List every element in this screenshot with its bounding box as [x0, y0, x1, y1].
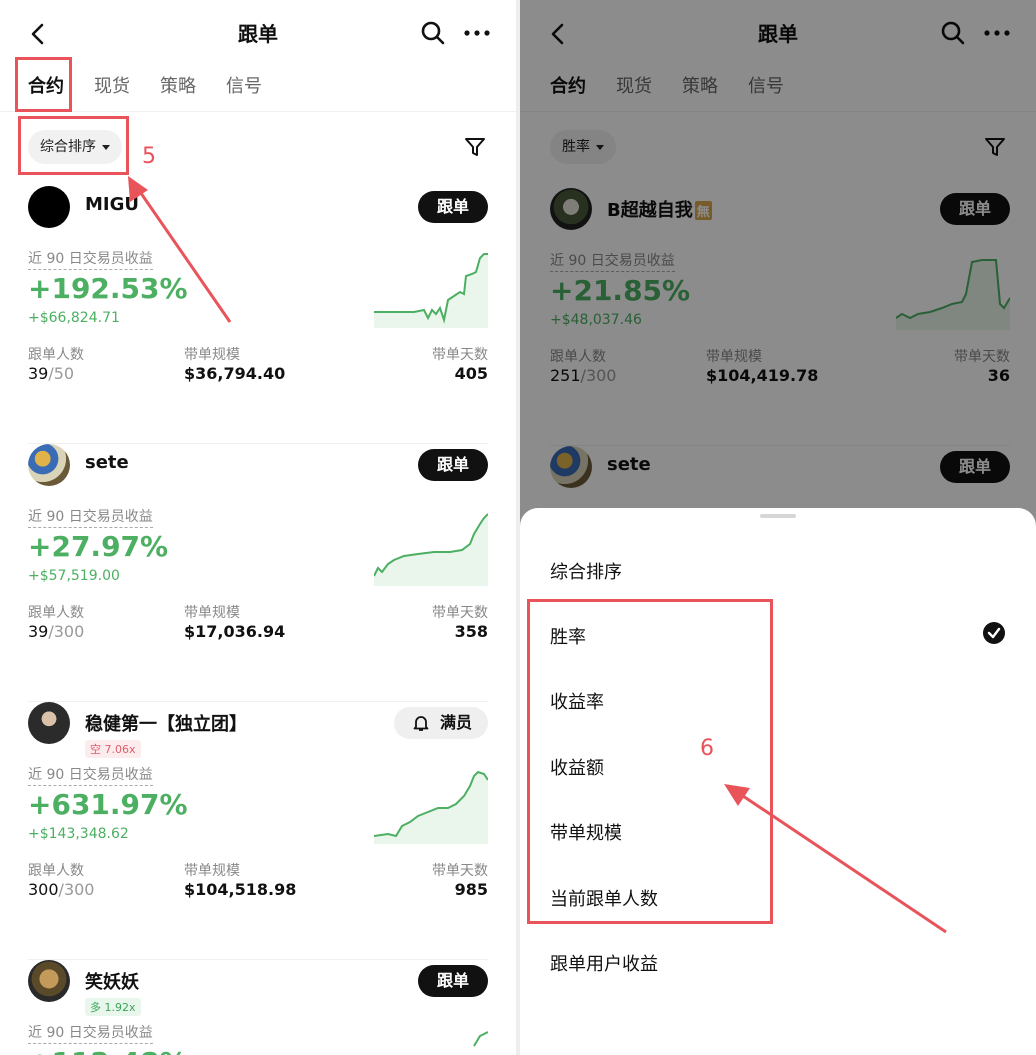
- trader-card[interactable]: sete 跟单: [550, 446, 1010, 506]
- days-label: 带单天数: [432, 863, 488, 879]
- roi-value: +21.85%: [550, 274, 691, 307]
- full-button[interactable]: 满员: [394, 707, 488, 739]
- sparkline-chart: [374, 770, 488, 844]
- roi-value: +112.48%: [28, 1046, 188, 1055]
- sparkline-chart: [374, 513, 488, 586]
- followers-label: 跟单人数: [28, 605, 84, 621]
- avatar: [550, 188, 592, 230]
- sort-option[interactable]: 综合排序: [550, 558, 622, 584]
- roi-value: +27.97%: [28, 530, 169, 563]
- followers-value: 251/300: [550, 366, 617, 385]
- followers-value: 39/300: [28, 622, 85, 641]
- trader-card[interactable]: 笑妖妖 多 1.92x 跟单 近 90 日交易员收益 +112.48%: [28, 960, 488, 1055]
- bell-icon: [413, 716, 429, 731]
- tab-strategy[interactable]: 策略: [682, 72, 718, 98]
- top-nav: 跟单: [520, 0, 1036, 68]
- category-tabs: 合约 现货 策略 信号: [520, 66, 1036, 112]
- trader-card[interactable]: sete 跟单 近 90 日交易员收益 +27.97% +$57,519.00 …: [28, 444, 488, 702]
- avatar: [550, 446, 592, 488]
- days-value: 985: [454, 880, 488, 899]
- avatar: [28, 702, 70, 744]
- tab-contract[interactable]: 合约: [550, 72, 586, 98]
- position-tag: 多 1.92x: [85, 998, 141, 1016]
- trader-name: sete: [607, 454, 651, 475]
- trader-card[interactable]: 稳健第一【独立团】 空 7.06x 满员 近 90 日交易员收益 +631.97…: [28, 702, 488, 960]
- sort-dropdown[interactable]: 胜率: [550, 130, 616, 164]
- follow-button[interactable]: 跟单: [418, 449, 488, 481]
- tab-spot[interactable]: 现货: [616, 72, 652, 98]
- filter-icon[interactable]: [984, 136, 1006, 158]
- full-label: 满员: [439, 713, 472, 732]
- search-icon[interactable]: [940, 20, 966, 46]
- roi-value: +631.97%: [28, 788, 188, 821]
- metric-label: 近 90 日交易员收益: [28, 1022, 153, 1044]
- aum-label: 带单规模: [184, 863, 240, 879]
- avatar: [28, 960, 70, 1002]
- badge: 無: [694, 201, 712, 220]
- check-icon: [983, 622, 1005, 644]
- followers-label: 跟单人数: [550, 349, 606, 365]
- pnl-value: +$48,037.46: [550, 312, 642, 328]
- trader-name: 稳健第一【独立团】: [85, 714, 247, 735]
- aum-value: $104,419.78: [706, 366, 819, 385]
- aum-value: $17,036.94: [184, 622, 286, 641]
- follow-button[interactable]: 跟单: [418, 965, 488, 997]
- days-label: 带单天数: [432, 605, 488, 621]
- right-screen: 跟单 合约 现货 策略 信号 胜率 B超越自我無 跟单 近 90 日交易员收益 …: [520, 0, 1036, 1055]
- days-value: 36: [987, 366, 1010, 385]
- sort-label: 胜率: [562, 139, 590, 155]
- followers-label: 跟单人数: [28, 863, 84, 879]
- follow-button[interactable]: 跟单: [940, 193, 1010, 225]
- followers-value: 300/300: [28, 880, 95, 899]
- trader-card[interactable]: B超越自我無 跟单 近 90 日交易员收益 +21.85% +$48,037.4…: [550, 188, 1010, 446]
- trader-name: sete: [85, 452, 129, 473]
- pnl-value: +$143,348.62: [28, 826, 129, 842]
- aum-label: 带单规模: [184, 605, 240, 621]
- sparkline-chart: [473, 1031, 488, 1047]
- sort-option[interactable]: 跟单用户收益: [550, 950, 658, 976]
- pnl-value: +$57,519.00: [28, 568, 120, 584]
- metric-label: 近 90 日交易员收益: [28, 764, 153, 786]
- sheet-handle[interactable]: [760, 514, 796, 518]
- aum-label: 带单规模: [706, 349, 762, 365]
- trader-name: B超越自我無: [607, 200, 712, 221]
- position-tag: 空 7.06x: [85, 740, 141, 758]
- annotation-arrow: [128, 176, 232, 323]
- trader-name: 笑妖妖: [85, 972, 139, 993]
- caret-down-icon: [596, 144, 604, 150]
- aum-value: $104,518.98: [184, 880, 297, 899]
- avatar: [28, 444, 70, 486]
- left-screen: 跟单 合约 现货 策略 信号 综合排序 MIGU 跟单 近 90 日交易员收益 …: [0, 0, 516, 1055]
- more-icon[interactable]: [982, 20, 1012, 46]
- tab-signal[interactable]: 信号: [748, 72, 784, 98]
- days-value: 358: [454, 622, 488, 641]
- metric-label: 近 90 日交易员收益: [550, 250, 675, 272]
- sparkline-chart: [896, 259, 1010, 330]
- annotation-arrow: [724, 784, 947, 934]
- days-label: 带单天数: [954, 349, 1010, 365]
- follow-button[interactable]: 跟单: [940, 451, 1010, 483]
- metric-label: 近 90 日交易员收益: [28, 506, 153, 528]
